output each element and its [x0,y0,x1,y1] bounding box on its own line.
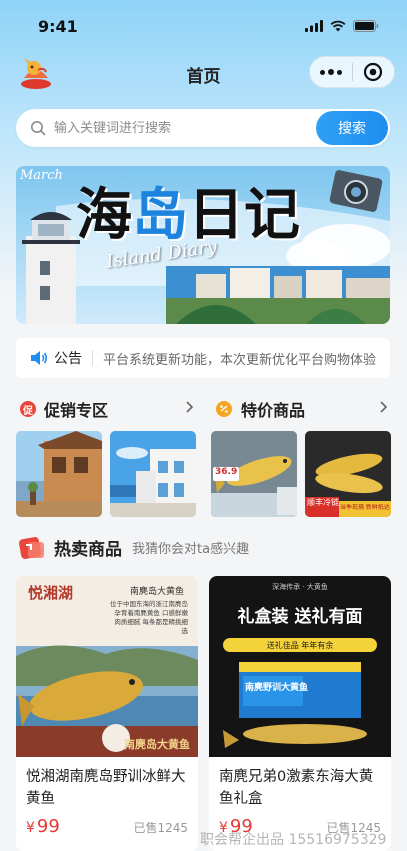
promo-badge-icon: 促 [20,401,36,417]
hot-tag-icon [19,536,44,559]
more-dot-icon [337,69,342,75]
product-card[interactable]: 深海传承 · 大黄鱼 礼盒装 送礼有面 送礼佳品 年年有余 南麂野训大黄鱼 南麂… [209,576,391,851]
special-item-fish-on-ice[interactable]: 36.9 [211,431,297,517]
cellular-signal-icon [305,20,323,32]
wifi-icon [330,20,346,32]
status-icons [305,20,379,32]
hot-section-header: 热卖商品 我猜你会对ta感兴趣 [18,535,249,560]
search-button[interactable]: 搜索 [316,111,388,145]
product-price-value: 99 [36,816,60,837]
product-image-sub: 送礼佳品 年年有余 [266,641,334,650]
product-name: 南麂兄弟0激素东海大黄鱼礼盒 [219,769,374,807]
promo-section-header[interactable]: 促 促销专区 [20,397,108,421]
special-tag-coldchain: 顺丰冷链 [307,498,339,507]
banner-title-part: 岛 [132,182,188,248]
more-dot-icon [320,69,325,75]
product-image-box-label: 南麂野训大黄鱼 [245,683,309,693]
discount-tag-icon [216,401,232,417]
search-icon [31,121,46,136]
notice-bar[interactable]: 公告 平台系统更新功能，本次更新优化平台购物体验 [16,338,390,378]
white-villa-image [110,431,196,517]
product-price: ¥99 [26,816,60,837]
product-image-label: 南麂岛大黄鱼 [129,587,184,597]
product-image-top: 深海传承 · 大黄鱼 [272,583,328,591]
product-name: 悦湘湖南麂岛野训冰鲜大黄鱼 [26,769,186,807]
product-image-desc: 位于中国东海的浙江南麂岛 孕育着南麂黄鱼 口感鲜嫩 肉质细腻 每条都是精挑细选 [110,600,188,635]
target-close-icon [364,62,383,82]
promo-item-house-porch[interactable] [16,431,102,517]
navigation-bar: 首页 [0,52,407,94]
more-options-button[interactable] [310,56,352,88]
hot-section-title: 热卖商品 [54,540,122,560]
banner-title: 海岛日记 [76,170,300,251]
banner-island-diary[interactable]: March 海岛日记 Island Diary [16,166,390,324]
promo-badge-char: 促 [23,405,33,417]
chevron-right-icon[interactable] [378,401,388,413]
product-image-footer: 南麂岛大黄鱼 [124,738,190,751]
watermark: 职会帮企出品 15516975329 [200,832,387,848]
notice-text: 平台系统更新功能，本次更新优化平台购物体验 [103,352,377,368]
product-image: 悦湘湖 南麂岛大黄鱼 位于中国东海的浙江南麂岛 孕育着南麂黄鱼 口感鲜嫩 肉质细… [16,576,198,757]
search-input[interactable] [54,120,316,136]
currency-symbol: ¥ [26,820,35,836]
mini-program-capsule [309,56,395,88]
hot-section-subtitle: 我猜你会对ta感兴趣 [132,542,250,557]
speaker-icon [31,351,48,365]
notice-label: 公告 [54,351,82,367]
more-dot-icon [328,69,334,75]
special-price-tag: 36.9 [215,467,238,477]
product-card[interactable]: 悦湘湖 南麂岛大黄鱼 位于中国东海的浙江南麂岛 孕育着南麂黄鱼 口感鲜嫩 肉质细… [16,576,198,851]
battery-icon [353,20,379,32]
special-section-title: 特价商品 [241,401,306,420]
chevron-right-icon[interactable] [184,401,194,413]
special-item-fish-package[interactable]: 顺丰冷链 当季现捕 新鲜抵达 [305,431,391,517]
search-bar: 搜索 [16,109,390,147]
banner-month: March [20,168,63,183]
product-image-headline: 礼盒装 送礼有面 [237,607,363,627]
product-image: 深海传承 · 大黄鱼 礼盒装 送礼有面 送礼佳品 年年有余 南麂野训大黄鱼 [209,576,391,757]
promo-section-title: 促销专区 [44,401,109,420]
notice-divider [92,350,93,366]
house-porch-image [16,431,102,517]
close-mini-program-button[interactable] [353,56,394,88]
promo-item-white-villa[interactable] [110,431,196,517]
status-time: 9:41 [38,16,78,36]
product-sold-count: 已售1245 [133,821,188,835]
status-bar: 9:41 [0,0,407,52]
special-section-header[interactable]: 特价商品 [215,397,305,421]
special-tag-fresh: 当季现捕 新鲜抵达 [340,504,390,511]
banner-title-part: 海 [76,182,132,248]
product-image-brand: 悦湘湖 [28,584,74,602]
